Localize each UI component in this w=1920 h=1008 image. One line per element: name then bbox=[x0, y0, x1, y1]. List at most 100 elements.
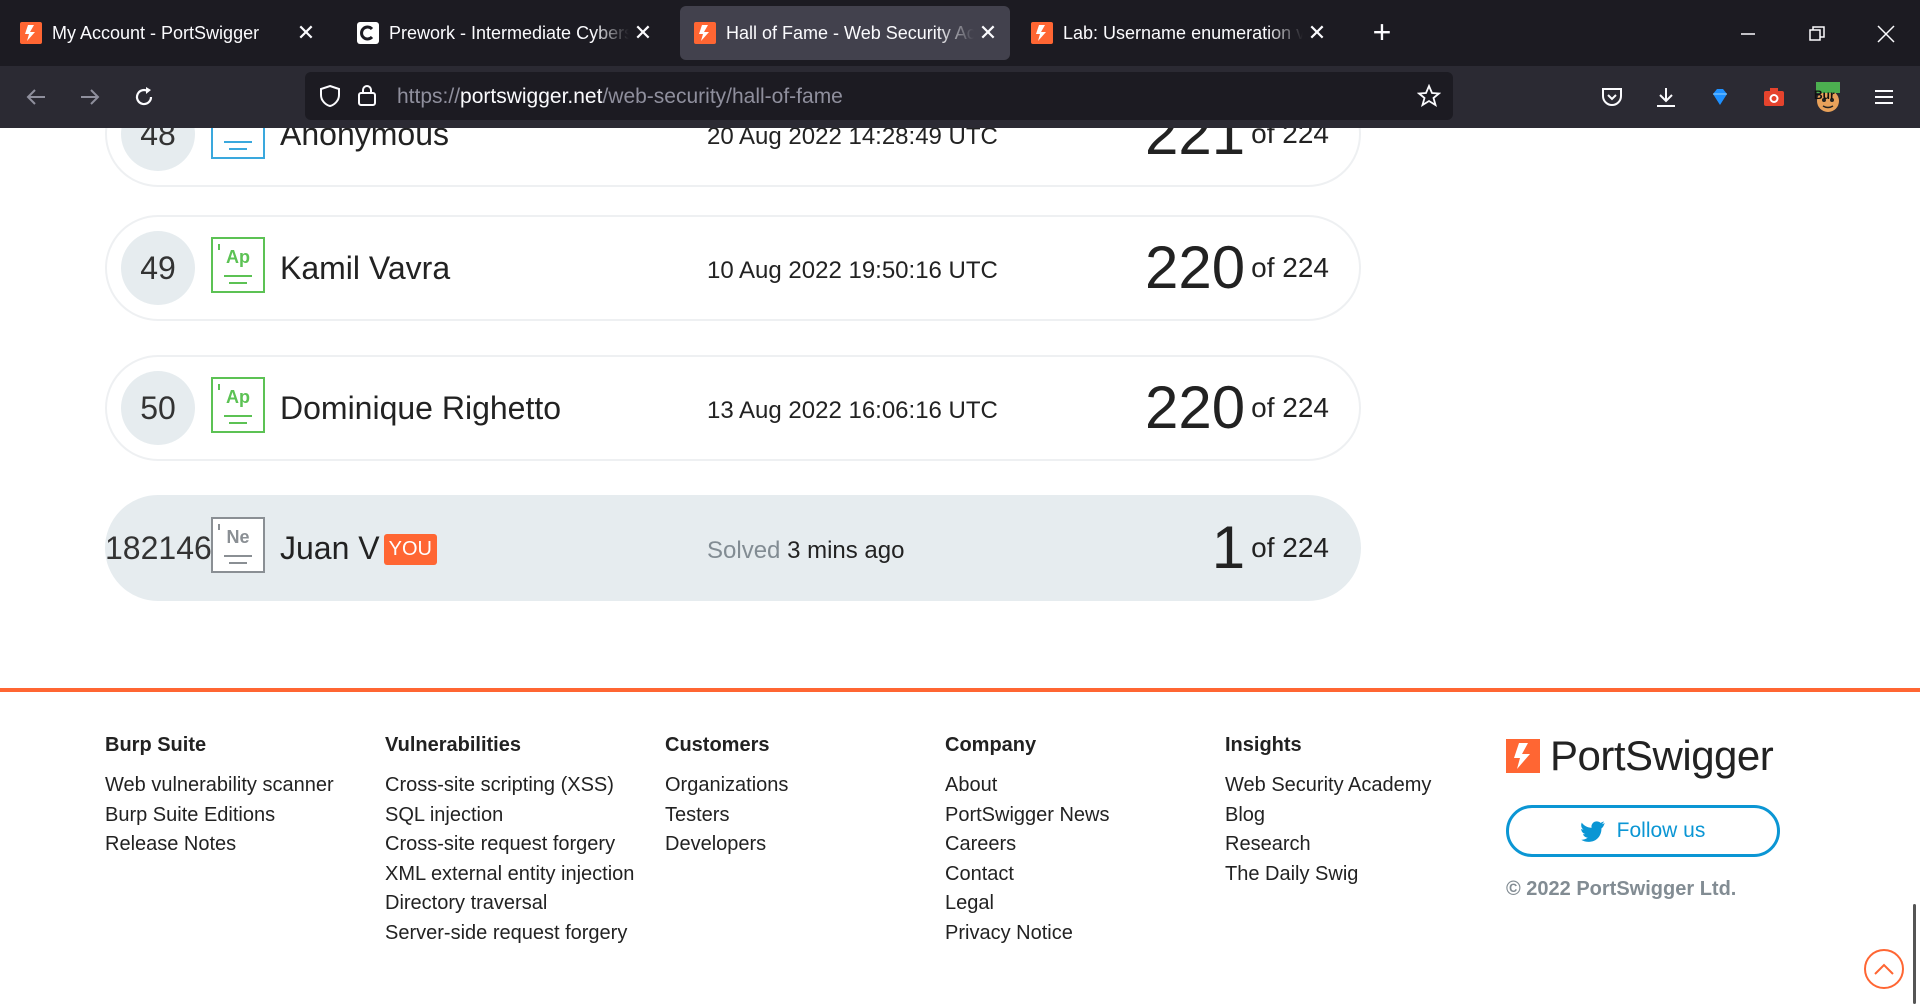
score: 220 of 224 bbox=[1145, 233, 1329, 303]
footer-link[interactable]: Web vulnerability scanner bbox=[105, 771, 334, 801]
footer-link[interactable]: Testers bbox=[665, 801, 788, 831]
back-icon[interactable] bbox=[17, 78, 55, 116]
leaderboard-row: 50 Ap Dominique Righetto 13 Aug 2022 16:… bbox=[105, 355, 1361, 461]
solved-timestamp: 13 Aug 2022 16:06:16 UTC bbox=[707, 397, 998, 424]
brand-name: PortSwigger bbox=[1550, 732, 1774, 779]
footer-heading: Vulnerabilities bbox=[385, 734, 521, 756]
score: 220 of 224 bbox=[1145, 373, 1329, 443]
footer-link[interactable]: Legal bbox=[945, 889, 1110, 919]
close-window-icon[interactable] bbox=[1866, 14, 1906, 54]
footer-link[interactable]: XML external entity injection bbox=[385, 860, 634, 890]
solved-timestamp: 10 Aug 2022 19:50:16 UTC bbox=[707, 257, 998, 284]
footer-link[interactable]: SQL injection bbox=[385, 801, 634, 831]
menu-icon[interactable] bbox=[1865, 78, 1903, 116]
burp-extension-icon[interactable]: Bur bbox=[1809, 78, 1847, 116]
rank-number: 49 bbox=[121, 231, 195, 305]
footer-link[interactable]: Blog bbox=[1225, 801, 1431, 831]
current-user-row: 182146 Ne Juan V YOU Solved 3 mins ago 1o… bbox=[105, 495, 1361, 601]
close-tab-icon[interactable]: ✕ bbox=[974, 19, 1002, 47]
user-name: Anonymous bbox=[280, 128, 449, 152]
portswigger-icon bbox=[1031, 22, 1053, 44]
reload-icon[interactable] bbox=[125, 78, 163, 116]
navigation-toolbar: https://portswigger.net/web-security/hal… bbox=[0, 66, 1920, 128]
footer-heading: Company bbox=[945, 734, 1037, 756]
footer-link[interactable]: PortSwigger News bbox=[945, 801, 1110, 831]
level-badge bbox=[211, 128, 265, 159]
new-tab-icon[interactable]: + bbox=[1364, 14, 1400, 50]
user-name: Juan V YOU bbox=[280, 530, 437, 567]
shield-icon[interactable] bbox=[319, 84, 341, 108]
footer-column-burp-suite: Burp Suite Web vulnerability scanner Bur… bbox=[105, 734, 334, 860]
score-total: of 224 bbox=[1251, 532, 1329, 563]
badge-label: Ap bbox=[226, 247, 250, 267]
copyright: © 2022 PortSwigger Ltd. bbox=[1506, 878, 1737, 900]
footer-heading: Insights bbox=[1225, 734, 1302, 756]
score: 221 of 224 bbox=[1145, 128, 1329, 169]
footer-heading: Customers bbox=[665, 734, 770, 756]
solved-label: Solved bbox=[707, 537, 781, 564]
restore-icon[interactable] bbox=[1797, 14, 1837, 54]
footer-column-company: Company About PortSwigger News Careers C… bbox=[945, 734, 1110, 948]
close-tab-icon[interactable]: ✕ bbox=[1303, 19, 1331, 47]
tab-title: Lab: Username enumeration via bbox=[1063, 22, 1303, 43]
footer-link[interactable]: Developers bbox=[665, 830, 788, 860]
footer-link[interactable]: The Daily Swig bbox=[1225, 860, 1431, 890]
scrollbar[interactable] bbox=[1913, 904, 1916, 1004]
footer-link[interactable]: About bbox=[945, 771, 1110, 801]
footer-link[interactable]: Contact bbox=[945, 860, 1110, 890]
solved-time: 3 mins ago bbox=[787, 537, 905, 564]
close-tab-icon[interactable]: ✕ bbox=[629, 19, 657, 47]
url-scheme: https:// bbox=[397, 85, 461, 108]
footer-link[interactable]: Release Notes bbox=[105, 830, 334, 860]
site-footer: Burp Suite Web vulnerability scanner Bur… bbox=[0, 688, 1920, 1008]
bookmark-star-icon[interactable] bbox=[1417, 84, 1441, 108]
tab-my-account[interactable]: My Account - PortSwigger ✕ bbox=[6, 6, 328, 60]
tab-title: Prework - Intermediate Cybersecurity bbox=[389, 22, 629, 43]
rank-number: 50 bbox=[121, 371, 195, 445]
rank-number: 48 bbox=[121, 128, 195, 171]
footer-link[interactable]: Privacy Notice bbox=[945, 919, 1110, 949]
footer-link[interactable]: Cross-site scripting (XSS) bbox=[385, 771, 634, 801]
score-total: of 224 bbox=[1251, 128, 1329, 149]
footer-link[interactable]: Research bbox=[1225, 830, 1431, 860]
tab-hall-of-fame[interactable]: Hall of Fame - Web Security Academy ✕ bbox=[680, 6, 1010, 60]
pocket-icon[interactable] bbox=[1593, 78, 1631, 116]
c-letter-icon bbox=[357, 22, 379, 44]
minimize-icon[interactable] bbox=[1728, 14, 1768, 54]
level-badge: Ap bbox=[211, 237, 265, 293]
download-icon[interactable] bbox=[1647, 78, 1685, 116]
portswigger-logo[interactable]: PortSwigger bbox=[1506, 732, 1774, 780]
url-bar[interactable]: https://portswigger.net/web-security/hal… bbox=[305, 72, 1453, 120]
footer-link[interactable]: Organizations bbox=[665, 771, 788, 801]
url-text[interactable]: https://portswigger.net/web-security/hal… bbox=[397, 85, 843, 109]
leaderboard-row: 48 Anonymous 20 Aug 2022 14:28:49 UTC 22… bbox=[105, 128, 1361, 187]
footer-link[interactable]: Careers bbox=[945, 830, 1110, 860]
footer-link[interactable]: Web Security Academy bbox=[1225, 771, 1431, 801]
close-tab-icon[interactable]: ✕ bbox=[292, 19, 320, 47]
url-path: /web-security/hall-of-fame bbox=[602, 85, 843, 108]
level-badge: Ap bbox=[211, 377, 265, 433]
tab-prework[interactable]: Prework - Intermediate Cybersecurity ✕ bbox=[343, 6, 665, 60]
score-value: 221 bbox=[1145, 128, 1246, 167]
footer-link[interactable]: Burp Suite Editions bbox=[105, 801, 334, 831]
url-host: portswigger.net bbox=[460, 85, 603, 108]
tab-lab[interactable]: Lab: Username enumeration via ✕ bbox=[1017, 6, 1339, 60]
leaderboard-row: 49 Ap Kamil Vavra 10 Aug 2022 19:50:16 U… bbox=[105, 215, 1361, 321]
gem-extension-icon[interactable] bbox=[1701, 78, 1739, 116]
footer-link[interactable]: Cross-site request forgery bbox=[385, 830, 634, 860]
page-content: 48 Anonymous 20 Aug 2022 14:28:49 UTC 22… bbox=[0, 128, 1920, 1008]
lock-icon[interactable] bbox=[357, 83, 377, 107]
extension-label: Bur bbox=[1814, 88, 1835, 102]
follow-us-button[interactable]: Follow us bbox=[1506, 805, 1780, 857]
tab-title: Hall of Fame - Web Security Academy bbox=[726, 22, 974, 43]
footer-link[interactable]: Server-side request forgery bbox=[385, 919, 634, 949]
tab-title: My Account - PortSwigger bbox=[52, 22, 260, 43]
scroll-to-top-button[interactable] bbox=[1864, 949, 1904, 989]
portswigger-icon bbox=[694, 22, 716, 44]
you-badge: YOU bbox=[383, 534, 437, 565]
tab-strip: My Account - PortSwigger ✕ Prework - Int… bbox=[0, 0, 1920, 66]
camera-extension-icon[interactable] bbox=[1755, 78, 1793, 116]
forward-icon[interactable] bbox=[71, 78, 109, 116]
rank-number: 182146 bbox=[105, 529, 212, 566]
footer-link[interactable]: Directory traversal bbox=[385, 889, 634, 919]
